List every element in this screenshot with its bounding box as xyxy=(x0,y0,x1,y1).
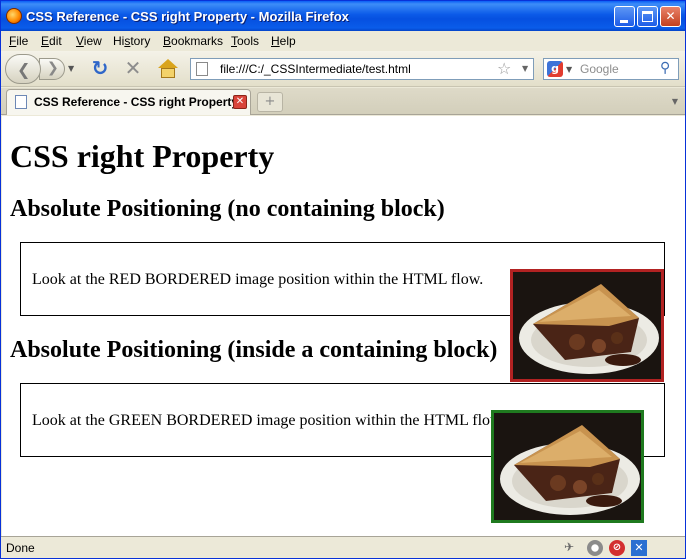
extension-icon[interactable]: ✕ xyxy=(631,540,647,556)
google-engine-icon[interactable]: g xyxy=(547,61,563,77)
close-tab-icon[interactable]: ✕ xyxy=(233,95,247,109)
home-icon[interactable] xyxy=(157,59,179,79)
back-icon: ❮ xyxy=(17,60,31,79)
page-content: CSS right Property Absolute Positioning … xyxy=(2,116,685,536)
firefox-icon xyxy=(6,8,22,24)
url-text[interactable]: file:///C:/_CSSIntermediate/test.html xyxy=(220,62,411,76)
status-text: Done xyxy=(6,541,35,555)
page-icon xyxy=(196,62,208,76)
url-bar[interactable]: file:///C:/_CSSIntermediate/test.html ☆ … xyxy=(190,58,534,80)
minimize-icon xyxy=(620,20,628,23)
section-heading-inside-containing-block: Absolute Positioning (inside a containin… xyxy=(10,337,498,363)
firebug-icon[interactable] xyxy=(587,540,603,556)
forward-button[interactable]: ❯ xyxy=(39,58,65,80)
red-bordered-image xyxy=(510,269,664,382)
minimize-button[interactable] xyxy=(614,6,635,27)
menu-file[interactable]: File xyxy=(9,34,28,48)
maximize-icon xyxy=(642,11,653,22)
tab-list-icon[interactable]: ▼ xyxy=(666,92,684,112)
adblock-icon[interactable]: ⊘ xyxy=(609,540,625,556)
new-tab-button[interactable]: + xyxy=(257,92,283,112)
search-bar[interactable]: g ▼ Google ⚲ xyxy=(543,58,679,80)
tab-bar: CSS Reference - CSS right Property ✕ + ▼ xyxy=(1,88,685,115)
bookmark-star-icon[interactable]: ☆ xyxy=(497,59,511,78)
tab-active[interactable]: CSS Reference - CSS right Property ✕ xyxy=(6,89,251,115)
menu-bookmarks[interactable]: Bookmarks xyxy=(163,34,223,48)
menu-view[interactable]: View xyxy=(76,34,102,48)
forward-icon: ❯ xyxy=(47,60,59,76)
engine-dropdown-icon[interactable]: ▼ xyxy=(566,65,572,74)
menu-edit[interactable]: Edit xyxy=(41,34,62,48)
menu-help[interactable]: Help xyxy=(271,34,296,48)
title-bar[interactable]: CSS Reference - CSS right Property - Moz… xyxy=(1,1,685,31)
green-bordered-image xyxy=(491,410,644,523)
menu-tools[interactable]: Tools xyxy=(231,34,259,48)
stop-icon[interactable]: ✕ xyxy=(122,58,144,80)
reload-icon[interactable]: ↻ xyxy=(89,58,111,80)
page-heading: CSS right Property xyxy=(10,138,275,174)
search-input[interactable]: Google xyxy=(580,62,619,76)
back-button[interactable]: ❮ xyxy=(5,54,41,84)
section-heading-no-containing-block: Absolute Positioning (no containing bloc… xyxy=(10,196,445,222)
menu-bar: File Edit View History Bookmarks Tools H… xyxy=(1,31,685,50)
search-icon[interactable]: ⚲ xyxy=(660,60,670,76)
menu-history[interactable]: History xyxy=(113,34,150,48)
browser-window: CSS Reference - CSS right Property - Moz… xyxy=(0,0,686,559)
page-icon xyxy=(15,95,27,109)
flow-text-1: Look at the RED BORDERED image position … xyxy=(32,271,484,288)
maximize-button[interactable] xyxy=(637,6,658,27)
url-dropdown-icon[interactable]: ▼ xyxy=(522,64,528,73)
window-title: CSS Reference - CSS right Property - Moz… xyxy=(26,9,349,24)
addon-icon[interactable]: ✈ xyxy=(564,540,580,556)
status-bar: Done ✈ ⊘ ✕ xyxy=(1,536,685,558)
history-dropdown-icon[interactable]: ▼ xyxy=(68,64,74,73)
flow-text-2: Look at the GREEN BORDERED image positio… xyxy=(32,412,505,429)
close-button[interactable]: ✕ xyxy=(660,6,681,27)
tab-title: CSS Reference - CSS right Property xyxy=(34,95,239,109)
